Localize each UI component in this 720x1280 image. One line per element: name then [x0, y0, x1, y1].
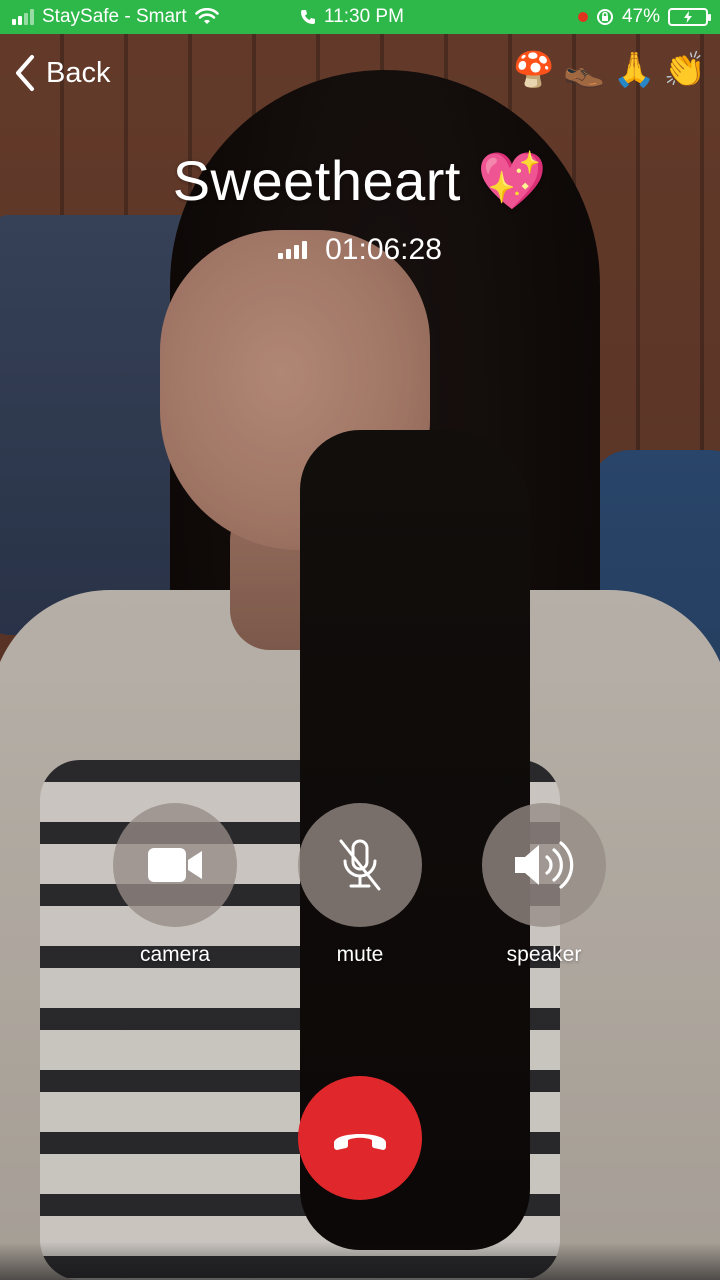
- bottom-fade: [0, 1242, 720, 1280]
- speaker-label: speaker: [506, 943, 582, 966]
- speaker-icon: [515, 841, 574, 889]
- rotation-lock-icon: [596, 9, 613, 25]
- back-label: Back: [46, 56, 111, 89]
- phone-call-icon: [301, 10, 315, 24]
- status-bar: StaySafe - Smart 11:30 PM 47%: [0, 0, 720, 34]
- wifi-icon: [194, 8, 219, 24]
- back-button[interactable]: Back: [14, 52, 110, 94]
- call-duration: 01:06:28: [325, 233, 442, 266]
- camera-label: camera: [139, 943, 211, 966]
- mute-button[interactable]: mute: [298, 803, 422, 967]
- mute-label: mute: [336, 943, 384, 966]
- mushroom-emoji[interactable]: 🍄: [513, 50, 555, 90]
- recording-dot-icon: [577, 12, 588, 22]
- status-time: 11:30 PM: [324, 6, 404, 27]
- clapping-hands-emoji[interactable]: 👏: [664, 50, 706, 90]
- speaker-button[interactable]: speaker: [482, 803, 606, 967]
- call-quality-icon: [278, 241, 308, 259]
- hang-up-icon: [334, 1134, 386, 1150]
- emoji-strip: 🍄 👞 🙏 👏: [513, 50, 706, 90]
- camera-button[interactable]: camera: [113, 803, 237, 967]
- video-camera-icon: [148, 848, 202, 882]
- battery-percent: 47%: [621, 6, 660, 27]
- cellular-signal-icon: [12, 9, 34, 25]
- call-status: 01:06:28: [0, 233, 720, 267]
- praying-hands-emoji[interactable]: 🙏: [613, 50, 655, 90]
- shoe-emoji[interactable]: 👞: [563, 50, 605, 90]
- caller-name: Sweetheart 💖: [172, 149, 548, 212]
- battery-charging-icon: [668, 8, 711, 26]
- end-call-button[interactable]: [298, 1076, 422, 1200]
- carrier-name: StaySafe - Smart: [42, 6, 187, 27]
- chevron-left-icon: [16, 55, 34, 91]
- microphone-muted-icon: [339, 839, 381, 891]
